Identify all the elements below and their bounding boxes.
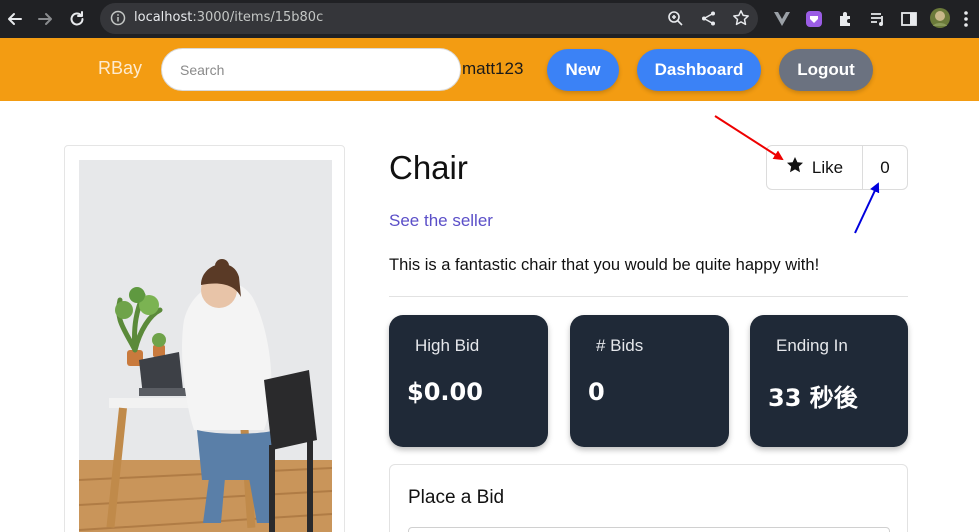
like-button-group: Like 0 xyxy=(766,145,908,190)
bookmark-star-icon[interactable] xyxy=(732,9,750,31)
media-control-icon[interactable] xyxy=(867,8,889,30)
item-title: Chair xyxy=(389,149,468,186)
stat-label: High Bid xyxy=(415,336,480,355)
back-icon[interactable] xyxy=(4,8,26,30)
stat-value: 0 xyxy=(588,378,605,406)
logout-button[interactable]: Logout xyxy=(779,49,873,91)
stat-label: # Bids xyxy=(596,336,644,355)
new-button[interactable]: New xyxy=(547,49,619,91)
item-photo xyxy=(79,160,332,532)
profile-avatar-icon[interactable] xyxy=(928,5,952,31)
vue-extension-icon[interactable] xyxy=(771,8,793,30)
like-count: 0 xyxy=(880,157,890,177)
purple-extension-icon[interactable] xyxy=(803,8,825,30)
search-input[interactable] xyxy=(161,48,461,91)
brand-logo[interactable]: RBay xyxy=(98,58,142,79)
see-seller-link[interactable]: See the seller xyxy=(389,211,493,231)
place-bid-title: Place a Bid xyxy=(408,487,505,508)
url-path: :3000/items/15b80c xyxy=(192,10,324,25)
stat-card-ending-in: Ending In 33 秒後 xyxy=(750,315,908,447)
browser-toolbar: localhost:3000/items/15b80c xyxy=(0,0,979,38)
url-text: localhost:3000/items/15b80c xyxy=(134,10,323,25)
side-panel-icon[interactable] xyxy=(898,8,920,30)
item-description: This is a fantastic chair that you would… xyxy=(389,256,820,274)
stat-card-bids: # Bids 0 xyxy=(570,315,729,447)
like-button[interactable]: Like xyxy=(767,146,863,189)
share-icon[interactable] xyxy=(700,10,717,31)
divider xyxy=(389,296,908,297)
stat-value: 33 秒後 xyxy=(768,384,858,412)
info-icon[interactable] xyxy=(110,10,126,30)
extensions-puzzle-icon[interactable] xyxy=(835,8,857,30)
star-icon xyxy=(786,156,804,179)
place-bid-card: Place a Bid xyxy=(389,464,908,532)
menu-dots-icon[interactable] xyxy=(956,8,976,30)
url-host: localhost xyxy=(134,10,193,25)
username-label: matt123 xyxy=(462,59,524,78)
address-bar[interactable]: localhost:3000/items/15b80c xyxy=(100,3,758,34)
reload-icon[interactable] xyxy=(66,8,88,30)
dashboard-button[interactable]: Dashboard xyxy=(637,49,761,91)
stat-value: $0.00 xyxy=(407,378,483,406)
stat-card-high-bid: High Bid $0.00 xyxy=(389,315,548,447)
blue-arrow xyxy=(854,182,880,234)
forward-icon[interactable] xyxy=(34,8,56,30)
bid-amount-input[interactable] xyxy=(408,527,890,532)
like-label: Like xyxy=(811,157,844,177)
stat-label: Ending In xyxy=(776,336,848,355)
app-navbar: RBay matt123 New Dashboard Logout xyxy=(0,38,979,101)
item-image-card xyxy=(64,145,345,532)
zoom-icon[interactable] xyxy=(667,10,684,31)
